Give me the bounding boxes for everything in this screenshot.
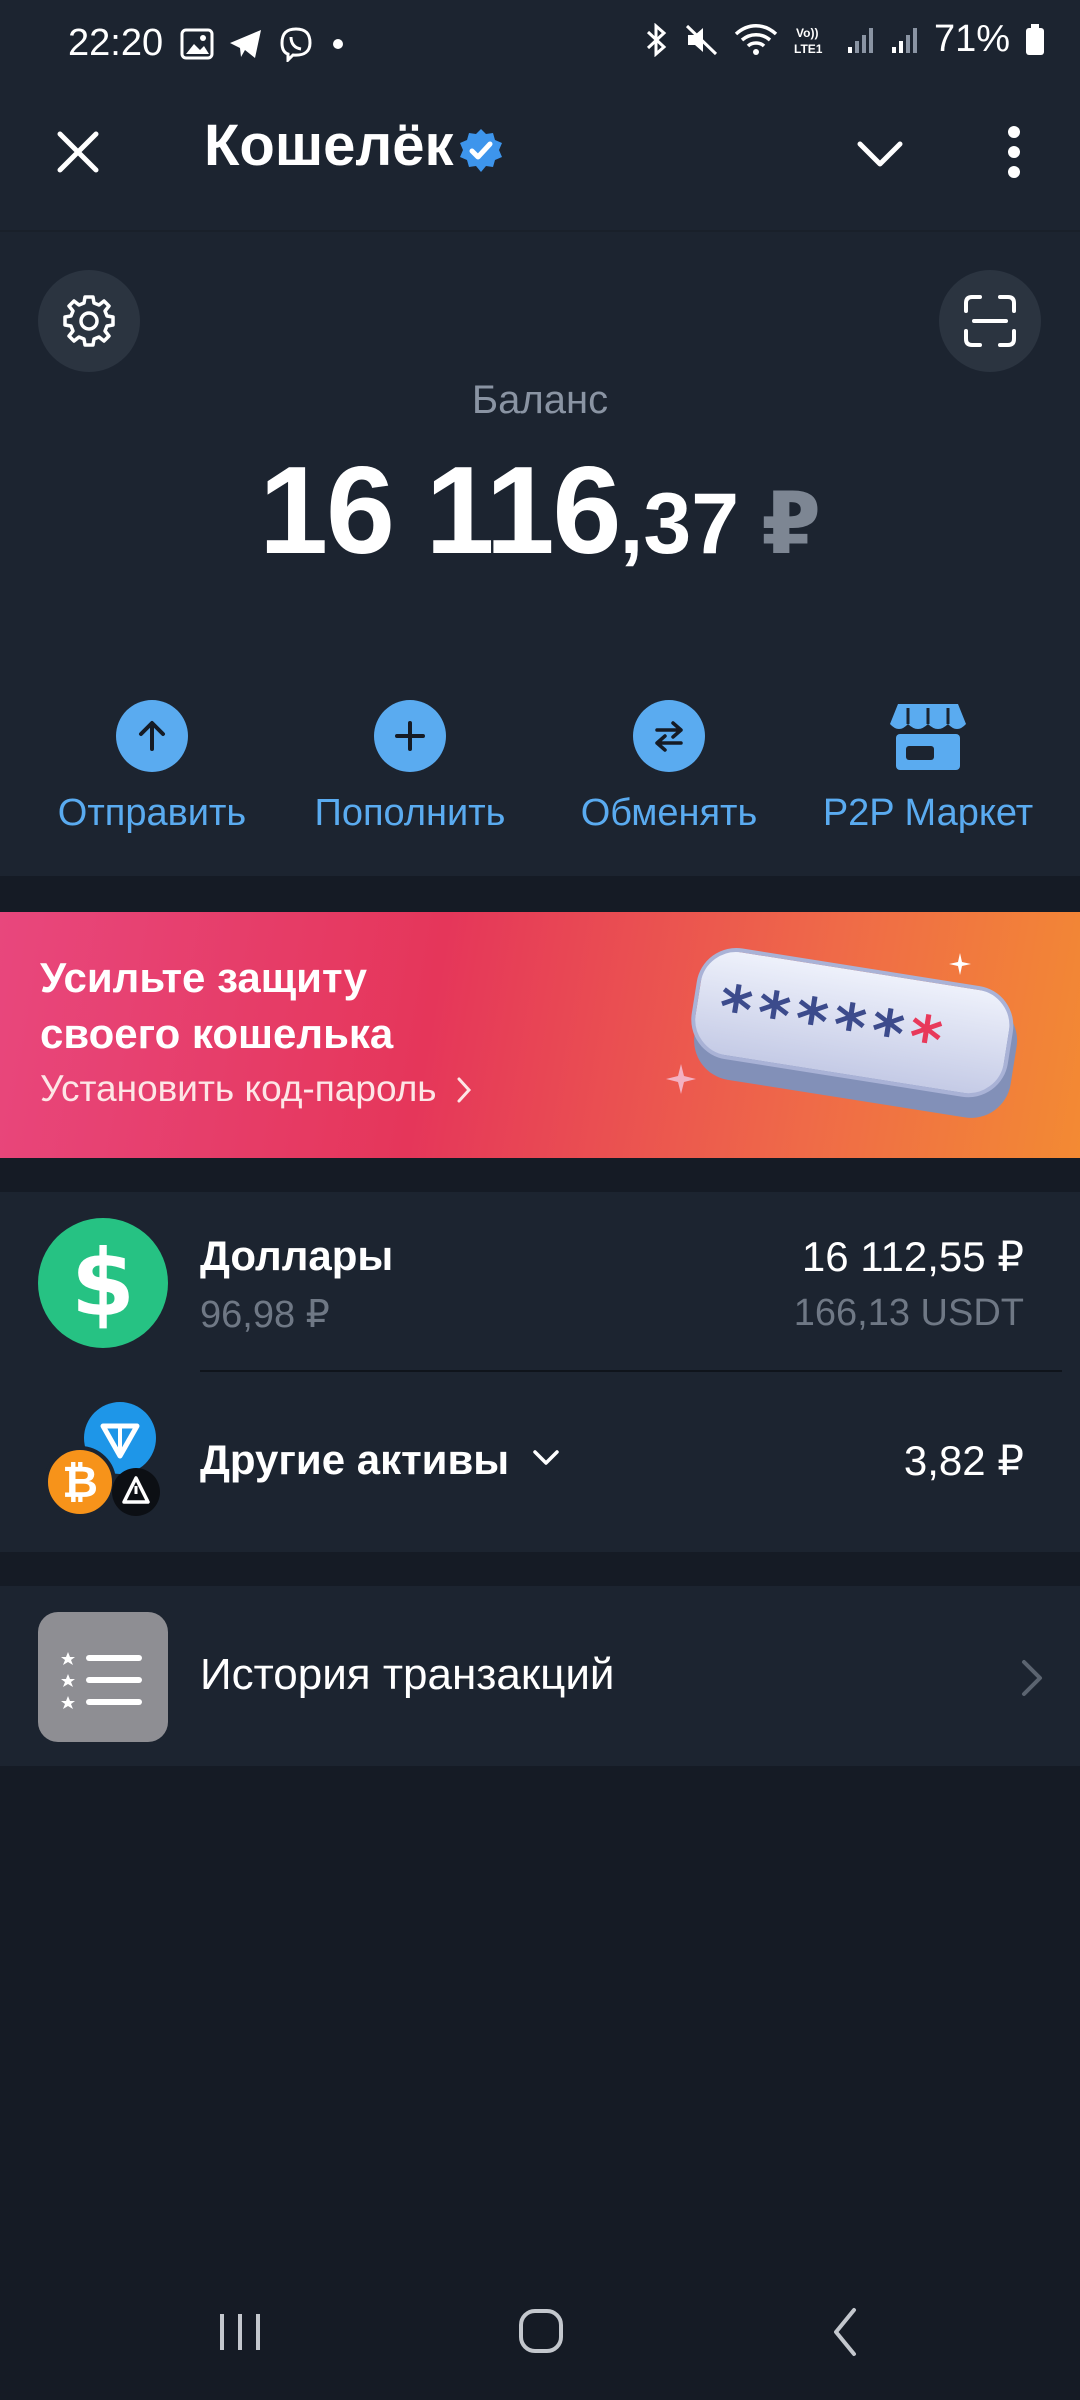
battery-level: 71% bbox=[933, 18, 1010, 60]
settings-button[interactable] bbox=[38, 270, 140, 372]
history-label: История транзакций bbox=[200, 1650, 615, 1699]
close-icon bbox=[57, 131, 99, 173]
battery-icon bbox=[1026, 23, 1044, 55]
svg-text:₿: ₿ bbox=[62, 1457, 98, 1508]
gallery-icon bbox=[180, 28, 214, 60]
signal-1-icon bbox=[847, 27, 873, 53]
crypto-stack-icon: ₿ bbox=[46, 1402, 160, 1518]
signal-2-icon bbox=[891, 27, 917, 53]
dollar-coin-icon: $ bbox=[38, 1218, 168, 1348]
send-button[interactable]: Отправить bbox=[22, 700, 282, 835]
close-button[interactable] bbox=[50, 124, 106, 180]
asset-value: 3,82 ₽ bbox=[903, 1437, 1024, 1484]
asset-name: Другие активы bbox=[200, 1436, 563, 1484]
promo-title-line1: Усильте защиту bbox=[40, 954, 367, 1001]
app-header bbox=[0, 88, 1080, 232]
notification-icons bbox=[180, 26, 348, 62]
recent-apps-icon bbox=[220, 2314, 260, 2350]
back-icon bbox=[834, 2308, 856, 2356]
exchange-button[interactable]: Обменять bbox=[539, 700, 799, 835]
promo-title: Усильте защиту своего кошелька bbox=[40, 950, 393, 1062]
svg-text:Vo)): Vo)) bbox=[796, 26, 818, 40]
set-passcode-link[interactable]: Установить код-пароль bbox=[40, 1068, 475, 1110]
page-title-text: Кошелёк bbox=[204, 113, 454, 178]
verified-badge-icon bbox=[460, 129, 502, 172]
send-circle bbox=[116, 700, 188, 772]
asset-name: Доллары bbox=[200, 1232, 394, 1279]
balance-currency: ₽ bbox=[761, 476, 821, 572]
sparkle-icon bbox=[666, 1064, 696, 1094]
p2p-market-button[interactable]: P2P Маркет bbox=[798, 700, 1058, 835]
send-label: Отправить bbox=[57, 792, 247, 834]
chevron-down-icon bbox=[857, 141, 903, 167]
scan-qr-button[interactable] bbox=[939, 270, 1041, 372]
wifi-icon bbox=[734, 23, 778, 55]
back-button[interactable] bbox=[826, 2306, 866, 2358]
asset-value-sub: 166,13 USDT bbox=[793, 1292, 1024, 1334]
arrow-up-icon bbox=[139, 721, 165, 751]
asset-row-other[interactable]: ₿ Другие активы 3,82 ₽ bbox=[0, 1374, 1080, 1548]
chevron-right-icon bbox=[1022, 1660, 1042, 1696]
set-passcode-text: Установить код-пароль bbox=[40, 1068, 437, 1109]
balance-fraction: ,37 bbox=[619, 476, 740, 572]
asset-row-dollars[interactable]: $ Доллары 96,98 ₽ 16 112,55 ₽ 166,13 USD… bbox=[0, 1200, 1080, 1366]
balance-amount: 16 116,37 ₽ bbox=[0, 440, 1080, 582]
top-up-button[interactable]: Пополнить bbox=[280, 700, 540, 835]
more-vertical-icon bbox=[1008, 126, 1020, 178]
promo-title-line2: своего кошелька bbox=[40, 1010, 394, 1057]
home-icon bbox=[519, 2309, 563, 2353]
recent-apps-button[interactable] bbox=[214, 2310, 266, 2354]
promo-banner[interactable]: Усильте защиту своего кошелька Установит… bbox=[0, 912, 1080, 1158]
mute-icon bbox=[685, 24, 717, 55]
divider bbox=[200, 1370, 1062, 1372]
exchange-icon bbox=[655, 721, 683, 752]
p2p-market-label: P2P Маркет bbox=[822, 792, 1034, 834]
sparkle-small-icon bbox=[949, 953, 971, 975]
asset-sub: 96,98 ₽ bbox=[200, 1294, 330, 1336]
top-up-circle bbox=[374, 700, 446, 772]
asset-name-text: Другие активы bbox=[200, 1436, 510, 1483]
telegram-icon bbox=[230, 30, 261, 58]
dropdown-button[interactable] bbox=[852, 126, 908, 182]
bluetooth-icon bbox=[646, 22, 667, 57]
asset-value: 16 112,55 ₽ bbox=[801, 1233, 1024, 1280]
exchange-label: Обменять bbox=[580, 792, 758, 834]
plus-icon bbox=[395, 721, 425, 751]
password-field-illustration: ****** bbox=[681, 942, 1039, 1133]
page-title: Кошелёк bbox=[204, 112, 454, 179]
top-up-label: Пополнить bbox=[314, 792, 506, 834]
scan-icon bbox=[964, 295, 1016, 347]
more-notifications-icon bbox=[333, 39, 343, 49]
volte-icon: Vo)) LTE1 bbox=[794, 26, 823, 56]
balance-label: Баланс bbox=[471, 378, 609, 422]
gear-icon bbox=[63, 295, 115, 347]
more-menu-button[interactable] bbox=[996, 124, 1032, 180]
exchange-circle bbox=[633, 700, 705, 772]
chevron-down-icon bbox=[533, 1450, 559, 1465]
chevron-right-icon bbox=[457, 1077, 471, 1103]
balance-integer: 16 116 bbox=[259, 442, 621, 580]
svg-text:LTE1: LTE1 bbox=[794, 42, 823, 56]
status-time: 22:20 bbox=[68, 22, 164, 64]
list-icon bbox=[38, 1612, 168, 1742]
status-right: Vo)) LTE1 71% bbox=[644, 18, 1046, 61]
home-button[interactable] bbox=[516, 2306, 566, 2356]
viber-icon bbox=[280, 27, 312, 62]
store-icon bbox=[890, 704, 966, 770]
